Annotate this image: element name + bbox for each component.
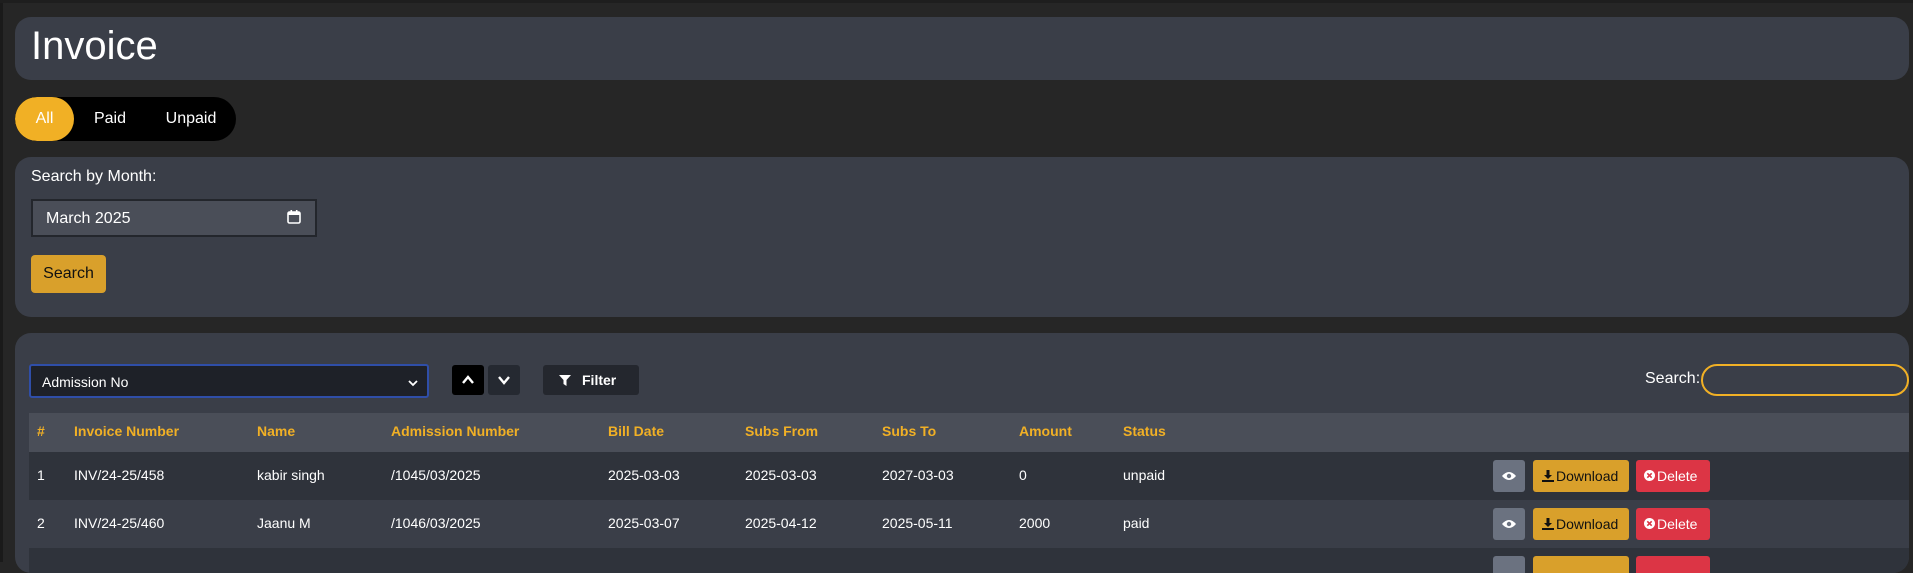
chevron-up-icon xyxy=(462,375,474,384)
header-admission-number: Admission Number xyxy=(391,423,520,439)
cell-bill-date: 2025-03-03 xyxy=(608,467,680,483)
download-label: Download xyxy=(1556,516,1619,532)
close-circle-icon xyxy=(1644,518,1655,529)
cell-amount: 2000 xyxy=(1019,515,1051,531)
download-label: Download xyxy=(1556,468,1619,484)
table-header: # Invoice Number Name Admission Number B… xyxy=(29,413,1909,452)
download-icon xyxy=(1542,470,1554,482)
cell-number: 2 xyxy=(37,515,45,531)
delete-button[interactable]: Delete xyxy=(1636,460,1710,492)
cell-admission-number: /1046/03/2025 xyxy=(391,515,481,531)
window-top-edge xyxy=(0,0,1913,3)
tab-all[interactable]: All xyxy=(15,97,74,141)
download-button[interactable]: Download xyxy=(1533,460,1629,492)
cell-subs-to: 2025-05-11 xyxy=(882,515,953,531)
sort-field-select[interactable]: Admission No xyxy=(29,364,429,398)
delete-button[interactable] xyxy=(1636,556,1710,573)
sort-descending-button[interactable] xyxy=(488,365,520,395)
cell-status: paid xyxy=(1123,515,1150,531)
chevron-down-icon xyxy=(498,376,510,385)
status-tabs: All Paid Unpaid xyxy=(15,97,236,141)
filter-button[interactable]: Filter xyxy=(543,365,639,395)
close-circle-icon xyxy=(1644,470,1655,481)
page-title: Invoice xyxy=(31,24,158,68)
eye-icon xyxy=(1502,520,1516,528)
table-row: 1 INV/24-25/458 kabir singh /1045/03/202… xyxy=(29,452,1909,500)
cell-invoice-number: INV/24-25/458 xyxy=(74,467,165,483)
cell-status: unpaid xyxy=(1123,467,1166,483)
cell-invoice-number: INV/24-25/460 xyxy=(74,515,165,531)
cell-subs-from: 2025-04-12 xyxy=(745,515,817,531)
table-row-partial xyxy=(29,548,1909,573)
cell-subs-to: 2027-03-03 xyxy=(882,467,954,483)
header-subs-from: Subs From xyxy=(745,423,819,439)
header-bill-date: Bill Date xyxy=(608,423,665,439)
table-row: 2 INV/24-25/460 Jaanu M /1046/03/2025 20… xyxy=(29,500,1909,548)
header-amount: Amount xyxy=(1019,423,1072,439)
filter-label: Filter xyxy=(582,372,617,388)
calendar-icon[interactable] xyxy=(287,210,301,229)
view-button[interactable] xyxy=(1493,460,1525,492)
download-icon xyxy=(1542,518,1554,530)
sort-field-value: Admission No xyxy=(42,374,129,390)
month-search-button[interactable]: Search xyxy=(31,255,106,293)
header-status: Status xyxy=(1123,423,1166,439)
download-button[interactable]: Download xyxy=(1533,508,1629,540)
header-invoice-number: Invoice Number xyxy=(74,423,180,439)
tab-paid[interactable]: Paid xyxy=(74,97,146,141)
month-search-label: Search by Month: xyxy=(31,168,157,185)
download-button[interactable] xyxy=(1533,556,1629,573)
tab-unpaid[interactable]: Unpaid xyxy=(146,97,236,141)
funnel-icon xyxy=(559,375,571,386)
delete-label: Delete xyxy=(1657,468,1698,484)
header-subs-to: Subs To xyxy=(882,423,937,439)
month-input-value: March 2025 xyxy=(46,210,131,227)
cell-bill-date: 2025-03-07 xyxy=(608,515,680,531)
eye-icon xyxy=(1502,472,1516,480)
cell-subs-from: 2025-03-03 xyxy=(745,467,817,483)
month-input[interactable]: March 2025 xyxy=(31,199,317,237)
delete-button[interactable]: Delete xyxy=(1636,508,1710,540)
invoice-table-panel: Admission No Filter Search: # Invoice Nu… xyxy=(15,333,1909,573)
page-header: Invoice xyxy=(15,17,1909,80)
header-number: # xyxy=(37,423,45,439)
cell-amount: 0 xyxy=(1019,467,1027,483)
header-name: Name xyxy=(257,423,296,439)
chevron-down-icon xyxy=(407,376,419,394)
cell-name: kabir singh xyxy=(257,467,325,483)
table-search-label: Search: xyxy=(1645,370,1701,387)
cell-name: Jaanu M xyxy=(257,515,311,531)
month-search-panel: Search by Month: March 2025 Search xyxy=(15,157,1909,317)
view-button[interactable] xyxy=(1493,556,1525,573)
cell-number: 1 xyxy=(37,467,45,483)
delete-label: Delete xyxy=(1657,516,1698,532)
window-edge xyxy=(0,0,3,562)
sort-ascending-button[interactable] xyxy=(452,365,484,395)
cell-admission-number: /1045/03/2025 xyxy=(391,467,481,483)
view-button[interactable] xyxy=(1493,508,1525,540)
table-search-input[interactable] xyxy=(1701,364,1909,396)
